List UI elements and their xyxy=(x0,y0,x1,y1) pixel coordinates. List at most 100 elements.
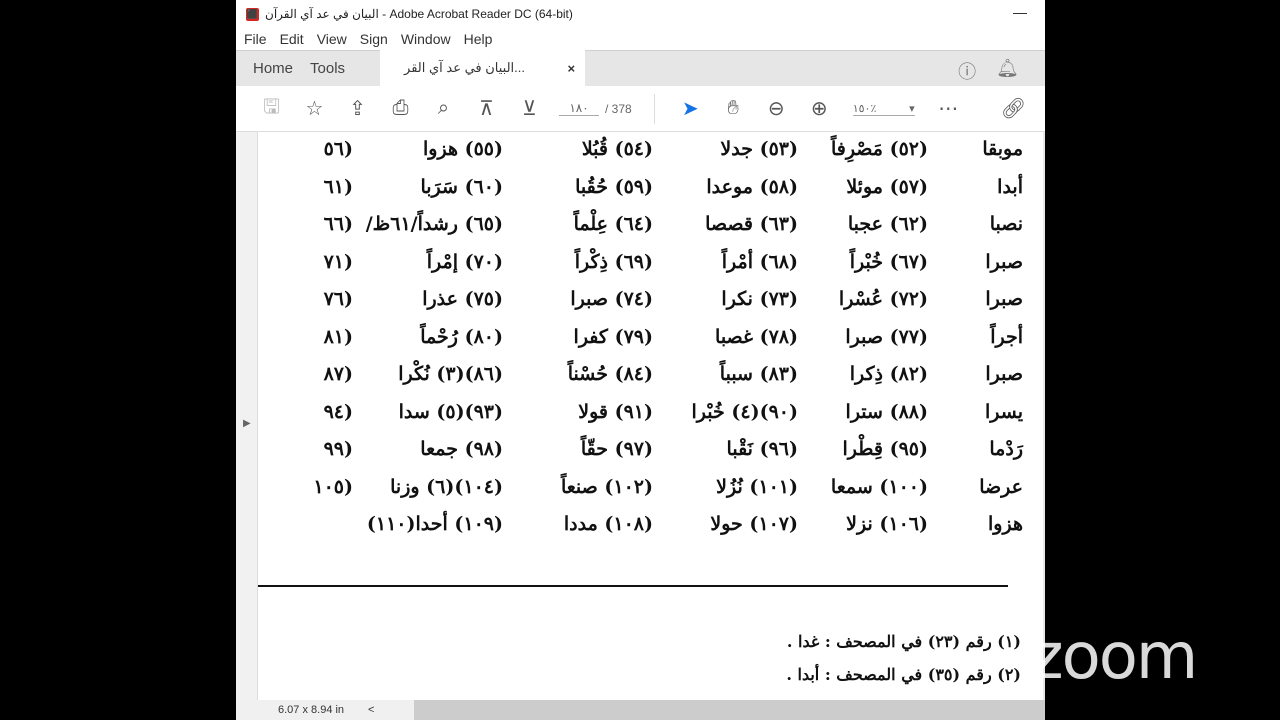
word-cell: (٩٥) قِطْرا xyxy=(842,438,928,460)
word-cell: (٨٣) سبباً xyxy=(719,363,798,385)
word-cell: (٨٨) سترا xyxy=(845,400,928,423)
word-cell: (٧٥) عذرا xyxy=(422,288,503,310)
word-cell: (١٠٠) سمعا xyxy=(830,475,928,498)
more-tools-icon[interactable]: ⋯ xyxy=(927,96,970,121)
hand-tool-icon[interactable]: ✋︎ xyxy=(712,97,755,120)
left-panel-toggle[interactable]: ▶ xyxy=(236,132,258,700)
word-cell: (٨٢) ذِكرا xyxy=(849,363,928,385)
word-cell: (٦٣) قصصا xyxy=(705,213,798,235)
share-link-icon[interactable]: 🔗︎ xyxy=(992,96,1035,121)
word-cell: (٧٩) كفرا xyxy=(573,325,653,348)
word-cell: (٧٨) غصبا xyxy=(715,325,798,348)
table-row: رَدْما (٩٥) قِطْرا (٩٦) نَقْبا (٩٧) حقّاً (٩… xyxy=(258,438,1023,474)
word-cell: (١٠٥ xyxy=(313,475,353,498)
menu-sign[interactable]: Sign xyxy=(360,31,388,47)
close-tab-icon[interactable]: × xyxy=(567,61,575,76)
table-row: موبقا (٥٢) مَصْرِفاً (٥٣) جدلا (٥٤) قُبُلا (… xyxy=(258,138,1023,174)
minimize-button[interactable]: — xyxy=(1013,4,1027,20)
zoom-out-icon[interactable]: ⊖ xyxy=(755,96,798,121)
select-cursor-icon[interactable]: ➤ xyxy=(669,96,712,121)
word-cell: (٥٦ xyxy=(323,138,353,160)
word-cell: صبرا xyxy=(985,363,1023,385)
footnote: (١) رقم (٢٣) في المصحف : غدا . xyxy=(786,632,1021,651)
word-cell: (٧٣) نكرا xyxy=(721,288,798,310)
menu-file[interactable]: File xyxy=(244,31,267,47)
scroll-left-button[interactable]: < xyxy=(368,704,374,716)
word-cell: (٦٠) سَرَبا xyxy=(420,175,503,198)
word-cell: عرضا xyxy=(979,475,1023,498)
word-cell: صبرا xyxy=(985,250,1023,273)
status-bar: 6.07 x 8.94 in < xyxy=(236,700,1045,720)
word-cell: صبرا xyxy=(985,288,1023,310)
bookmark-star-icon[interactable]: ☆ xyxy=(293,96,336,121)
word-cell: موبقا xyxy=(982,138,1023,160)
chevron-down-icon: ▾ xyxy=(909,102,915,115)
toolbar: 🖫 ☆ ⇪ ⎙ ⌕ ⊼ ⊻ ١٨٠ / 378 ➤ ✋︎ ⊖ ⊕ ١٥٠٪ ▾ … xyxy=(236,86,1045,132)
word-cell: يسرا xyxy=(985,400,1023,423)
word-cell: (٦٢) عجبا xyxy=(847,213,928,235)
horizontal-scrollbar[interactable] xyxy=(414,700,1045,720)
zoom-in-icon[interactable]: ⊕ xyxy=(798,96,841,121)
notification-bell-icon[interactable]: 🔔︎ xyxy=(996,58,1019,84)
menu-view[interactable]: View xyxy=(317,31,347,47)
table-row: صبرا (٦٧) خُبْراً (٦٨) أمْراً (٦٩) ذِكْراً (… xyxy=(258,251,1023,287)
expand-arrow-icon[interactable]: ▶ xyxy=(243,418,251,429)
print-icon[interactable]: ⎙ xyxy=(379,97,422,120)
menu-window[interactable]: Window xyxy=(401,31,451,47)
document-viewer: ▶ موبقا (٥٢) مَصْرِفاً (٥٣) جدلا (٥٤) قُبُل… xyxy=(236,132,1045,700)
save-icon[interactable]: 🖫 xyxy=(250,92,293,126)
word-cell: (٩٣)(٥) سدا xyxy=(398,400,503,423)
word-cell: (٥٢) مَصْرِفاً xyxy=(830,138,928,160)
page-total: / 378 xyxy=(605,101,632,116)
tab-home[interactable]: Home xyxy=(236,50,310,86)
word-cell: (٩٧) حقّاً xyxy=(580,438,653,460)
word-cell: رَدْما xyxy=(989,438,1023,460)
zoom-logo: zoom xyxy=(1030,620,1198,694)
word-cell: (٥٧) موئلا xyxy=(846,175,928,198)
table-row: يسرا (٨٨) سترا (٩٠)(٤) خُبْرا (٩١) قولا (٩٣)… xyxy=(258,401,1023,437)
page-number-input[interactable]: ١٨٠ xyxy=(559,101,599,116)
word-cell: (٩٦) نَقْبا xyxy=(726,438,798,460)
table-row: صبرا (٨٢) ذِكرا (٨٣) سبباً (٨٤) حُسْناً (٨٦)… xyxy=(258,363,1023,399)
title-bar: ⬛ البيان في عد آي القرآن - Adobe Acrobat… xyxy=(236,0,1045,28)
document-tab-label: البيان في عد آي القر... xyxy=(404,60,526,75)
upload-cloud-icon[interactable]: ⇪ xyxy=(336,96,379,121)
help-icon[interactable]: ⓘ xyxy=(958,58,976,84)
table-row: صبرا (٧٢) عُسْرا (٧٣) نكرا (٧٤) صبرا (٧٥) عذ… xyxy=(258,288,1023,324)
table-row: أبدا (٥٧) موئلا (٥٨) موعدا (٥٩) حُقُبا (٦٠) … xyxy=(258,176,1023,212)
word-cell: (٦٨) أمْراً xyxy=(721,250,798,273)
tab-bar: Home Tools البيان في عد آي القر... × ⓘ 🔔… xyxy=(236,50,1045,86)
previous-page-icon[interactable]: ⊼ xyxy=(465,96,508,121)
word-cell: (٥٨) موعدا xyxy=(706,175,798,198)
word-cell: (٦٦ xyxy=(323,213,353,235)
word-cell: (٧٤) صبرا xyxy=(570,288,653,310)
tab-tools[interactable]: Tools xyxy=(310,50,362,86)
menu-help[interactable]: Help xyxy=(464,31,493,47)
word-cell: (٩٤ xyxy=(323,400,353,423)
pdf-page: موبقا (٥٢) مَصْرِفاً (٥٣) جدلا (٥٤) قُبُلا (… xyxy=(258,132,1043,700)
word-cell: (٧٠) إمْراً xyxy=(426,250,503,273)
table-row: عرضا (١٠٠) سمعا (١٠١) نُزُلا (١٠٢) صنعاً (١٠… xyxy=(258,476,1023,512)
word-cell: (١٠٦) نزلا xyxy=(846,513,928,535)
word-cell: (٦١ xyxy=(323,175,353,198)
word-cell: (٦٤) عِلْماً xyxy=(573,213,653,235)
word-cell: (١٠٨) مددا xyxy=(563,513,653,535)
word-cell: (٨١ xyxy=(323,325,353,348)
table-row: أجراً (٧٧) صبرا (٧٨) غصبا (٧٩) كفرا (٨٠) رُح… xyxy=(258,326,1023,362)
tab-document[interactable]: البيان في عد آي القر... × xyxy=(380,50,586,86)
word-cell: (٩٨) جمعا xyxy=(420,438,503,460)
footnote: (٢) رقم (٣٥) في المصحف : أبدا . xyxy=(786,665,1021,684)
page-navigator: ١٨٠ / 378 xyxy=(559,101,632,116)
zoom-level-select[interactable]: ١٥٠٪ ▾ xyxy=(852,102,915,116)
word-cell: (١٠١) نُزُلا xyxy=(716,475,798,498)
word-cell: (٩٩ xyxy=(323,438,353,460)
next-page-icon[interactable]: ⊻ xyxy=(508,96,551,121)
word-cell: هزوا xyxy=(988,513,1023,535)
search-icon[interactable]: ⌕ xyxy=(422,97,465,120)
word-cell: (٦٧) خُبْراً xyxy=(849,250,928,273)
menu-edit[interactable]: Edit xyxy=(280,31,304,47)
word-cell: (١٠٩) أحدا(١١٠) xyxy=(366,513,503,535)
page-dimensions: 6.07 x 8.94 in xyxy=(278,704,345,716)
toolbar-divider xyxy=(653,93,655,124)
word-cell: (٧٧) صبرا xyxy=(845,325,928,348)
